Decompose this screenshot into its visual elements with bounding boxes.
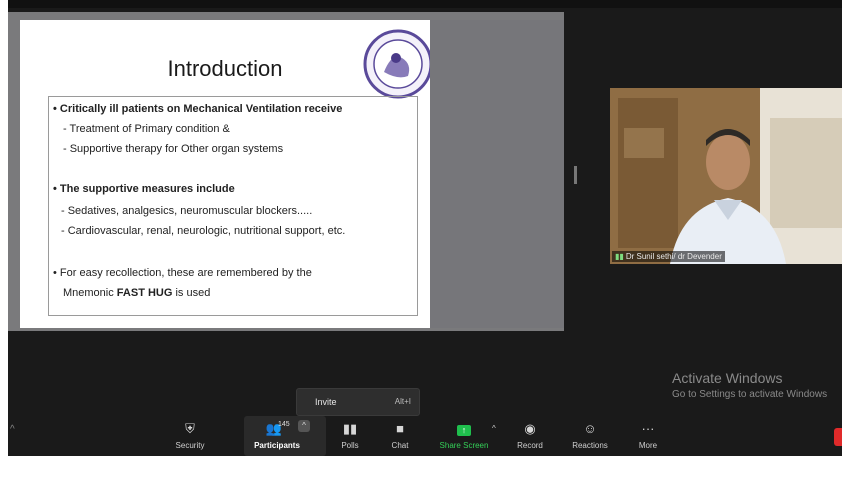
- share-screen-icon: ↑: [434, 422, 494, 436]
- mnemonic-prefix: Mnemonic: [63, 287, 117, 299]
- participant-name-label: ▮▮ Dr Sunil sethi/ dr Devender: [612, 251, 725, 262]
- bullet-mechanical-ventilation: • Critically ill patients on Mechanical …: [53, 103, 343, 115]
- reactions-icon: ☺: [583, 421, 597, 436]
- signal-icon: ▮▮: [615, 252, 624, 261]
- presentation-slide: Introduction • Critically ill patients o…: [20, 20, 433, 328]
- mnemonic-fast-hug: FAST HUG: [116, 287, 173, 299]
- zoom-meeting-window: Introduction • Critically ill patients o…: [8, 0, 842, 456]
- video-feed: [610, 88, 842, 264]
- participants-caret-icon[interactable]: ^: [298, 420, 310, 432]
- record-icon: ◉: [524, 421, 536, 436]
- record-button[interactable]: ◉ Record: [500, 416, 560, 456]
- chat-button[interactable]: ■ Chat: [370, 416, 430, 456]
- participants-count: 145: [278, 421, 290, 428]
- sub-bullet-primary-condition: - Treatment of Primary condition &: [63, 123, 230, 135]
- sub-bullet-sedatives: - Sedatives, analgesics, neuromuscular b…: [61, 205, 313, 217]
- activate-windows-subtitle: Go to Settings to activate Windows: [672, 389, 828, 400]
- top-strip: [8, 0, 842, 8]
- invite-shortcut: Alt+I: [394, 397, 411, 406]
- bullet-recollection: • For easy recollection, these are remem…: [53, 267, 312, 279]
- caret-up-icon[interactable]: ^: [10, 424, 15, 435]
- share-caret-icon[interactable]: ^: [492, 424, 496, 433]
- bullet-supportive-measures: • The supportive measures include: [53, 183, 235, 195]
- society-seal-logo: [363, 29, 433, 99]
- security-button[interactable]: ⛨ Security: [160, 416, 220, 456]
- slide-gray-margin: [430, 20, 564, 328]
- invite-menu-item[interactable]: Invite: [315, 397, 337, 407]
- more-button[interactable]: ··· More: [618, 416, 678, 456]
- share-screen-button[interactable]: ↑ Share Screen: [434, 416, 494, 456]
- mnemonic-line: Mnemonic FAST HUG is used: [63, 287, 210, 299]
- chat-icon: ■: [396, 421, 404, 436]
- slide-content-box: • Critically ill patients on Mechanical …: [48, 96, 418, 316]
- shared-screen-area: Introduction • Critically ill patients o…: [8, 12, 564, 331]
- sub-bullet-cardiovascular: - Cardiovascular, renal, neurologic, nut…: [61, 225, 346, 237]
- sub-bullet-supportive-therapy: - Supportive therapy for Other organ sys…: [63, 143, 284, 155]
- participant-video-tile[interactable]: ▮▮ Dr Sunil sethi/ dr Devender: [610, 88, 842, 264]
- invite-popup-menu[interactable]: Invite Alt+I: [296, 388, 420, 416]
- mnemonic-suffix: is used: [172, 287, 211, 299]
- participants-button[interactable]: 👥 145 ^ Participants: [244, 416, 326, 456]
- activate-windows-title: Activate Windows: [672, 370, 783, 386]
- meeting-toolbar: ^ ⛨ Security 👥 145 ^ Participants ▮▮ Pol…: [8, 416, 842, 456]
- end-meeting-button[interactable]: [834, 428, 842, 446]
- shield-icon: ⛨: [185, 421, 195, 436]
- reactions-button[interactable]: ☺ Reactions: [560, 416, 620, 456]
- more-icon: ···: [641, 421, 655, 436]
- splitter-handle[interactable]: [574, 166, 577, 184]
